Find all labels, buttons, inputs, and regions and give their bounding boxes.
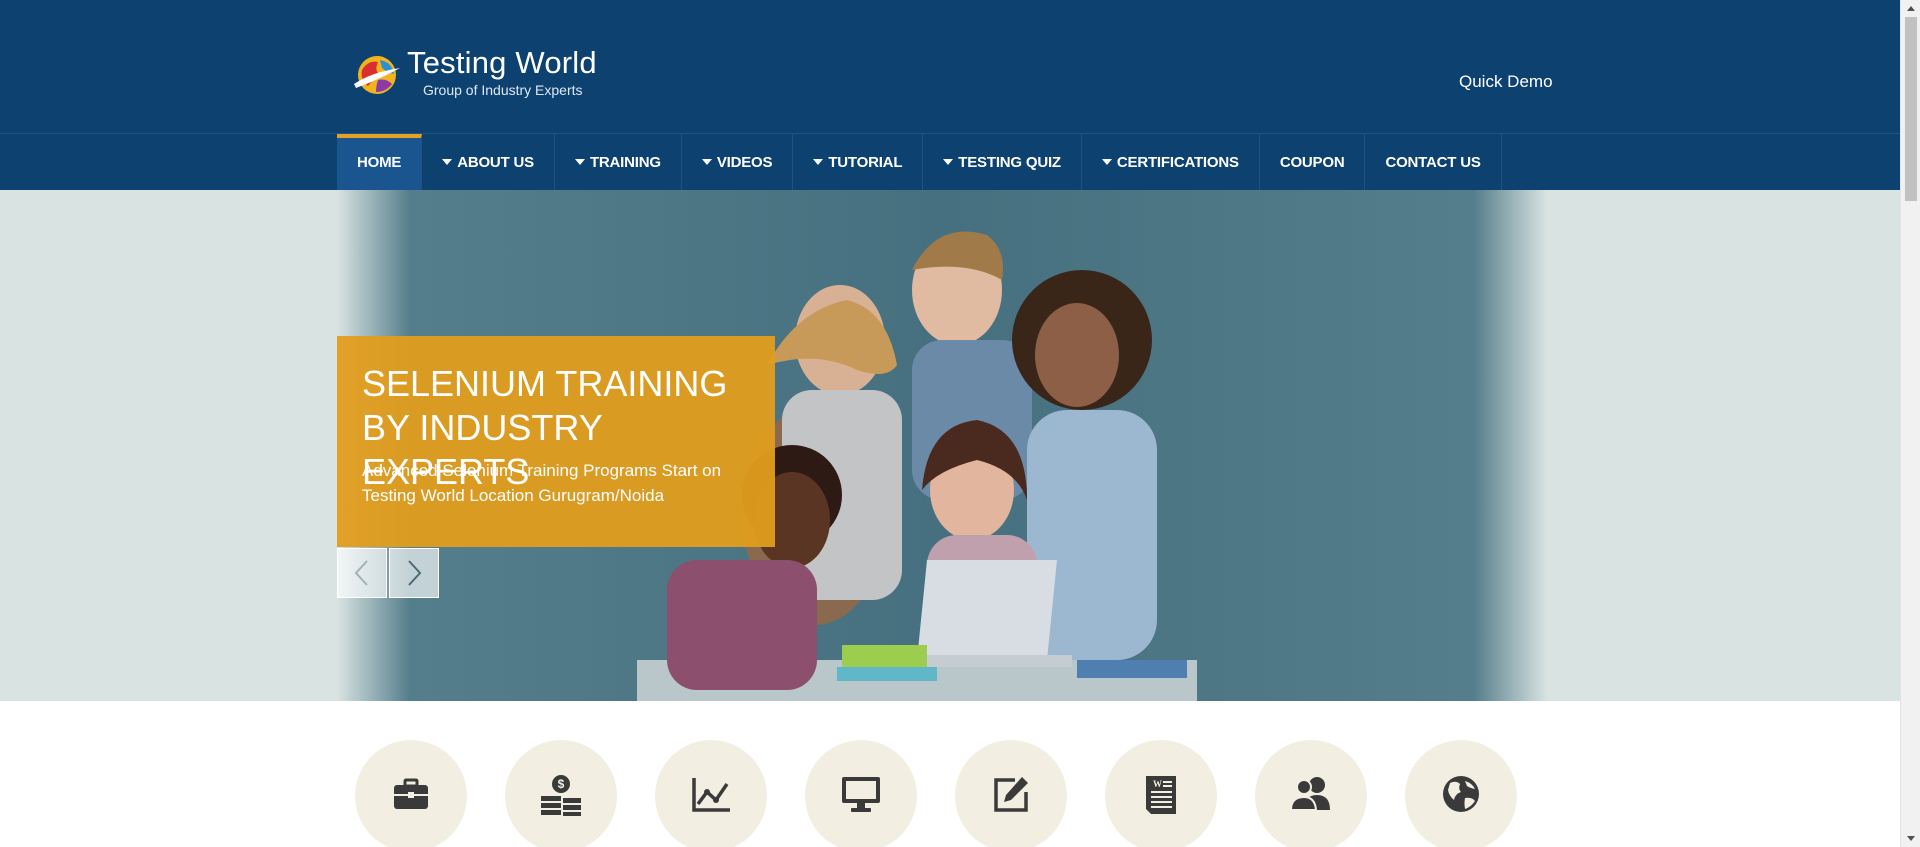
site-logo[interactable]: Testing World Group of Industry Experts bbox=[350, 44, 610, 104]
feature-briefcase[interactable] bbox=[355, 740, 467, 847]
nav-item-label: TRAINING bbox=[589, 153, 661, 171]
feature-globe[interactable] bbox=[1405, 740, 1517, 847]
feature-document[interactable]: W bbox=[1105, 740, 1217, 847]
nav-item-tutorial[interactable]: TUTORIAL bbox=[793, 134, 924, 190]
feature-edit[interactable] bbox=[955, 740, 1067, 847]
svg-text:$: $ bbox=[558, 777, 565, 791]
nav-item-label: CONTACT US bbox=[1385, 153, 1481, 171]
nav-item-certifications[interactable]: CERTIFICATIONS bbox=[1082, 134, 1260, 190]
monitor-icon bbox=[842, 777, 880, 812]
nav-item-label: TUTORIAL bbox=[828, 153, 903, 171]
slider-prev-button[interactable] bbox=[337, 548, 387, 598]
caret-down-icon bbox=[943, 159, 954, 165]
caret-down-icon bbox=[574, 159, 585, 165]
nav-item-label: HOME bbox=[357, 153, 402, 171]
feature-users[interactable] bbox=[1255, 740, 1367, 847]
briefcase-icon bbox=[394, 778, 428, 809]
slider-next-button[interactable] bbox=[389, 548, 439, 598]
scroll-down-button[interactable] bbox=[1901, 830, 1920, 847]
nav-item-coupon[interactable]: COUPON bbox=[1260, 134, 1366, 190]
nav-item-label: TESTING QUIZ bbox=[958, 153, 1061, 171]
slide-subtitle: Advanced Selenium Training Programs Star… bbox=[362, 458, 772, 508]
nav-item-testing-quiz[interactable]: TESTING QUIZ bbox=[923, 134, 1082, 190]
caret-down-icon bbox=[701, 159, 712, 165]
slide-caption: SELENIUM TRAINING BY INDUSTRY EXPERTS Ad… bbox=[337, 336, 775, 547]
slide-subtitle-line: Advanced Selenium Training Programs Star… bbox=[362, 461, 722, 480]
arrow-down-icon bbox=[1906, 836, 1915, 841]
nav-item-about-us[interactable]: ABOUT US bbox=[422, 134, 555, 190]
logo-title: Testing World bbox=[407, 45, 597, 80]
feature-money[interactable]: $ bbox=[505, 740, 617, 847]
globe-logo-icon bbox=[354, 56, 400, 94]
line-chart-icon bbox=[692, 778, 730, 812]
caret-down-icon bbox=[813, 159, 824, 165]
nav-item-label: CERTIFICATIONS bbox=[1116, 153, 1239, 171]
site-header: Testing World Group of Industry Experts … bbox=[0, 0, 1900, 134]
nav-item-label: COUPON bbox=[1279, 153, 1345, 171]
scrollbar-thumb[interactable] bbox=[1905, 17, 1917, 201]
nav-item-home[interactable]: HOME bbox=[337, 134, 423, 190]
logo-tagline: Group of Industry Experts bbox=[423, 82, 583, 98]
nav-item-label: VIDEOS bbox=[716, 153, 773, 171]
globe-icon bbox=[1443, 776, 1479, 812]
users-icon bbox=[1289, 777, 1330, 811]
edit-icon bbox=[994, 777, 1028, 812]
chevron-right-icon bbox=[408, 560, 422, 586]
feature-icons-row: $ W bbox=[0, 701, 1900, 847]
word-document-icon: W bbox=[1146, 776, 1176, 814]
feature-monitor[interactable] bbox=[805, 740, 917, 847]
vertical-scrollbar[interactable] bbox=[1900, 0, 1920, 847]
nav-item-videos[interactable]: VIDEOS bbox=[682, 134, 794, 190]
caret-down-icon bbox=[1101, 159, 1112, 165]
hero-slider: SELENIUM TRAINING BY INDUSTRY EXPERTS Ad… bbox=[0, 190, 1900, 701]
caret-down-icon bbox=[442, 159, 453, 165]
main-navigation: HOME ABOUT US TRAINING VIDEOS TUTORIAL T… bbox=[0, 134, 1900, 190]
nav-item-training[interactable]: TRAINING bbox=[555, 134, 682, 190]
scroll-up-button[interactable] bbox=[1901, 0, 1920, 17]
nav-item-contact-us[interactable]: CONTACT US bbox=[1365, 134, 1502, 190]
feature-chart[interactable] bbox=[655, 740, 767, 847]
nav-item-label: ABOUT US bbox=[457, 153, 534, 171]
quick-demo-link[interactable]: Quick Demo bbox=[1459, 72, 1553, 92]
slide-subtitle-line: Testing World Location Gurugram/Noida bbox=[362, 486, 665, 505]
slide-title-line: SELENIUM TRAINING bbox=[362, 363, 728, 404]
chevron-left-icon bbox=[354, 560, 368, 586]
money-icon: $ bbox=[541, 775, 581, 816]
svg-text:W: W bbox=[1153, 779, 1162, 789]
arrow-up-icon bbox=[1906, 6, 1915, 11]
